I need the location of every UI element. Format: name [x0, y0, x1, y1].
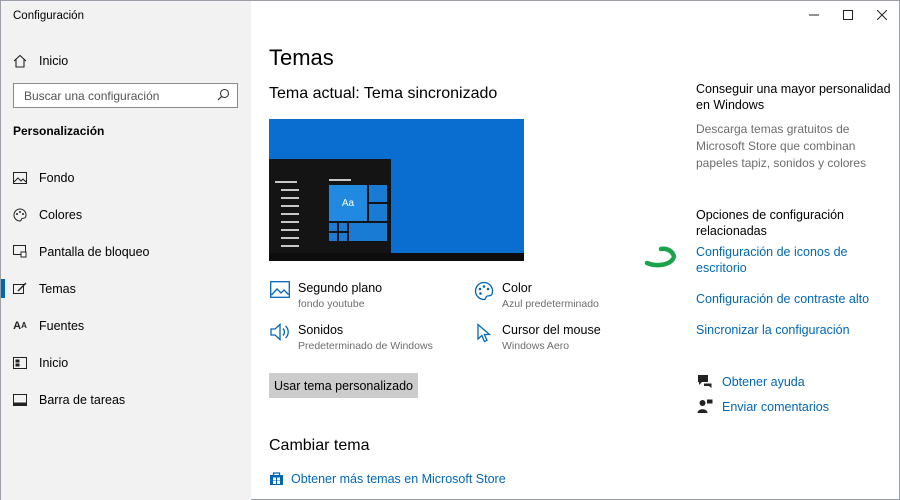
sidebar-item-fondo[interactable]: Fondo: [1, 159, 251, 196]
sidebar-item-colores[interactable]: Colores: [1, 196, 251, 233]
page-title: Temas: [269, 45, 334, 70]
home-label: Inicio: [39, 54, 69, 68]
background-title: Segundo plano: [298, 281, 383, 295]
current-theme-label: Tema actual: Tema sincronizado: [269, 85, 498, 102]
sync-settings-link[interactable]: Sincronizar la configuración: [696, 322, 891, 338]
taskbar-icon: [13, 393, 27, 407]
sync-settings-link-label: Sincronizar la configuración: [696, 323, 850, 337]
cursor-title: Cursor del mouse: [502, 323, 601, 337]
sidebar-item-label: Colores: [39, 207, 83, 222]
get-help-label: Obtener ayuda: [722, 374, 805, 389]
desktop-icons-link[interactable]: Configuración de iconos de escritorio: [696, 244, 891, 276]
search-input[interactable]: Buscar una configuración: [13, 83, 238, 108]
feedback-person-icon: [696, 399, 714, 414]
color-setting[interactable]: Color Azul predeterminado: [473, 281, 599, 310]
background-setting[interactable]: Segundo plano fondo youtube: [269, 281, 382, 310]
send-feedback-link[interactable]: Enviar comentarios: [696, 399, 829, 414]
sidebar-item-label: Temas: [39, 281, 76, 296]
chat-help-icon: [696, 374, 714, 389]
background-value: fondo youtube: [298, 298, 365, 310]
store-icon: [269, 471, 284, 486]
store-link-label: Obtener más temas en Microsoft Store: [291, 471, 506, 486]
sidebar-item-temas[interactable]: Temas: [1, 270, 251, 307]
search-placeholder: Buscar una configuración: [24, 88, 160, 103]
sidebar-item-label: Fondo: [39, 170, 75, 185]
sounds-setting[interactable]: Sonidos Predeterminado de Windows: [269, 323, 433, 352]
more-personality-section: Conseguir una mayor personalidad en Wind…: [696, 81, 891, 172]
more-personality-heading: Conseguir una mayor personalidad en Wind…: [696, 82, 891, 112]
palette-icon: [13, 207, 27, 222]
color-title: Color: [502, 281, 532, 295]
related-settings-heading: Opciones de configuración relacionadas: [696, 208, 845, 238]
section-title: Personalización: [13, 124, 105, 138]
use-custom-theme-button[interactable]: Usar tema personalizado: [269, 373, 418, 398]
home-nav-item[interactable]: Inicio: [13, 51, 68, 71]
sidebar-item-pantalla-bloqueo[interactable]: Pantalla de bloqueo: [1, 233, 251, 270]
window-title: Configuración: [13, 10, 84, 22]
sidebar-item-label: Barra de tareas: [39, 392, 126, 407]
get-help-link[interactable]: Obtener ayuda: [696, 374, 805, 389]
high-contrast-link[interactable]: Configuración de contraste alto: [696, 291, 891, 307]
annotation-arrow-icon: [644, 246, 677, 268]
high-contrast-link-label: Configuración de contraste alto: [696, 292, 870, 306]
theme-preview: Aa: [269, 119, 524, 261]
settings-window: Configuración Inicio Buscar una configur…: [0, 0, 900, 500]
sidebar-item-label: Pantalla de bloqueo: [39, 244, 150, 259]
home-icon: [13, 54, 27, 68]
sidebar-item-fuentes[interactable]: AA Fuentes: [1, 307, 251, 344]
store-themes-link[interactable]: Obtener más temas en Microsoft Store: [269, 471, 506, 486]
main-content: Temas Tema actual: Tema sincronizado Aa: [251, 1, 900, 500]
preview-tile: Aa: [329, 185, 367, 221]
send-feedback-label: Enviar comentarios: [722, 399, 829, 414]
sidebar-item-label: Fuentes: [39, 318, 85, 333]
picture-icon: [269, 281, 291, 303]
sounds-title: Sonidos: [298, 323, 344, 337]
cursor-value: Windows Aero: [502, 340, 570, 352]
speaker-icon: [269, 323, 291, 345]
cursor-setting[interactable]: Cursor del mouse Windows Aero: [473, 323, 601, 352]
brush-icon: [13, 282, 27, 296]
preview-taskbar: [269, 253, 524, 261]
palette-icon: [473, 281, 495, 303]
preview-start-menu: Aa: [269, 159, 391, 253]
sidebar-nav: Fondo Colores Pantalla de bloqueo Temas …: [1, 159, 251, 418]
sidebar-item-barra-tareas[interactable]: Barra de tareas: [1, 381, 251, 418]
sidebar-item-inicio[interactable]: Inicio: [1, 344, 251, 381]
color-value: Azul predeterminado: [502, 298, 599, 310]
search-icon[interactable]: [217, 88, 230, 104]
font-icon: AA: [13, 319, 27, 332]
lock-screen-icon: [13, 245, 27, 259]
sidebar: Configuración Inicio Buscar una configur…: [1, 1, 251, 500]
related-settings-section: Opciones de configuración relacionadas: [696, 207, 891, 239]
change-theme-heading: Cambiar tema: [269, 437, 370, 454]
selection-indicator: [1, 279, 5, 298]
cursor-icon: [473, 323, 495, 345]
picture-icon: [13, 171, 27, 185]
sounds-value: Predeterminado de Windows: [298, 340, 433, 352]
start-icon: [13, 356, 27, 370]
desktop-icons-link-label: Configuración de iconos de escritorio: [696, 245, 848, 275]
more-personality-text: Descarga temas gratuitos de Microsoft St…: [696, 122, 867, 170]
sidebar-item-label: Inicio: [39, 355, 69, 370]
